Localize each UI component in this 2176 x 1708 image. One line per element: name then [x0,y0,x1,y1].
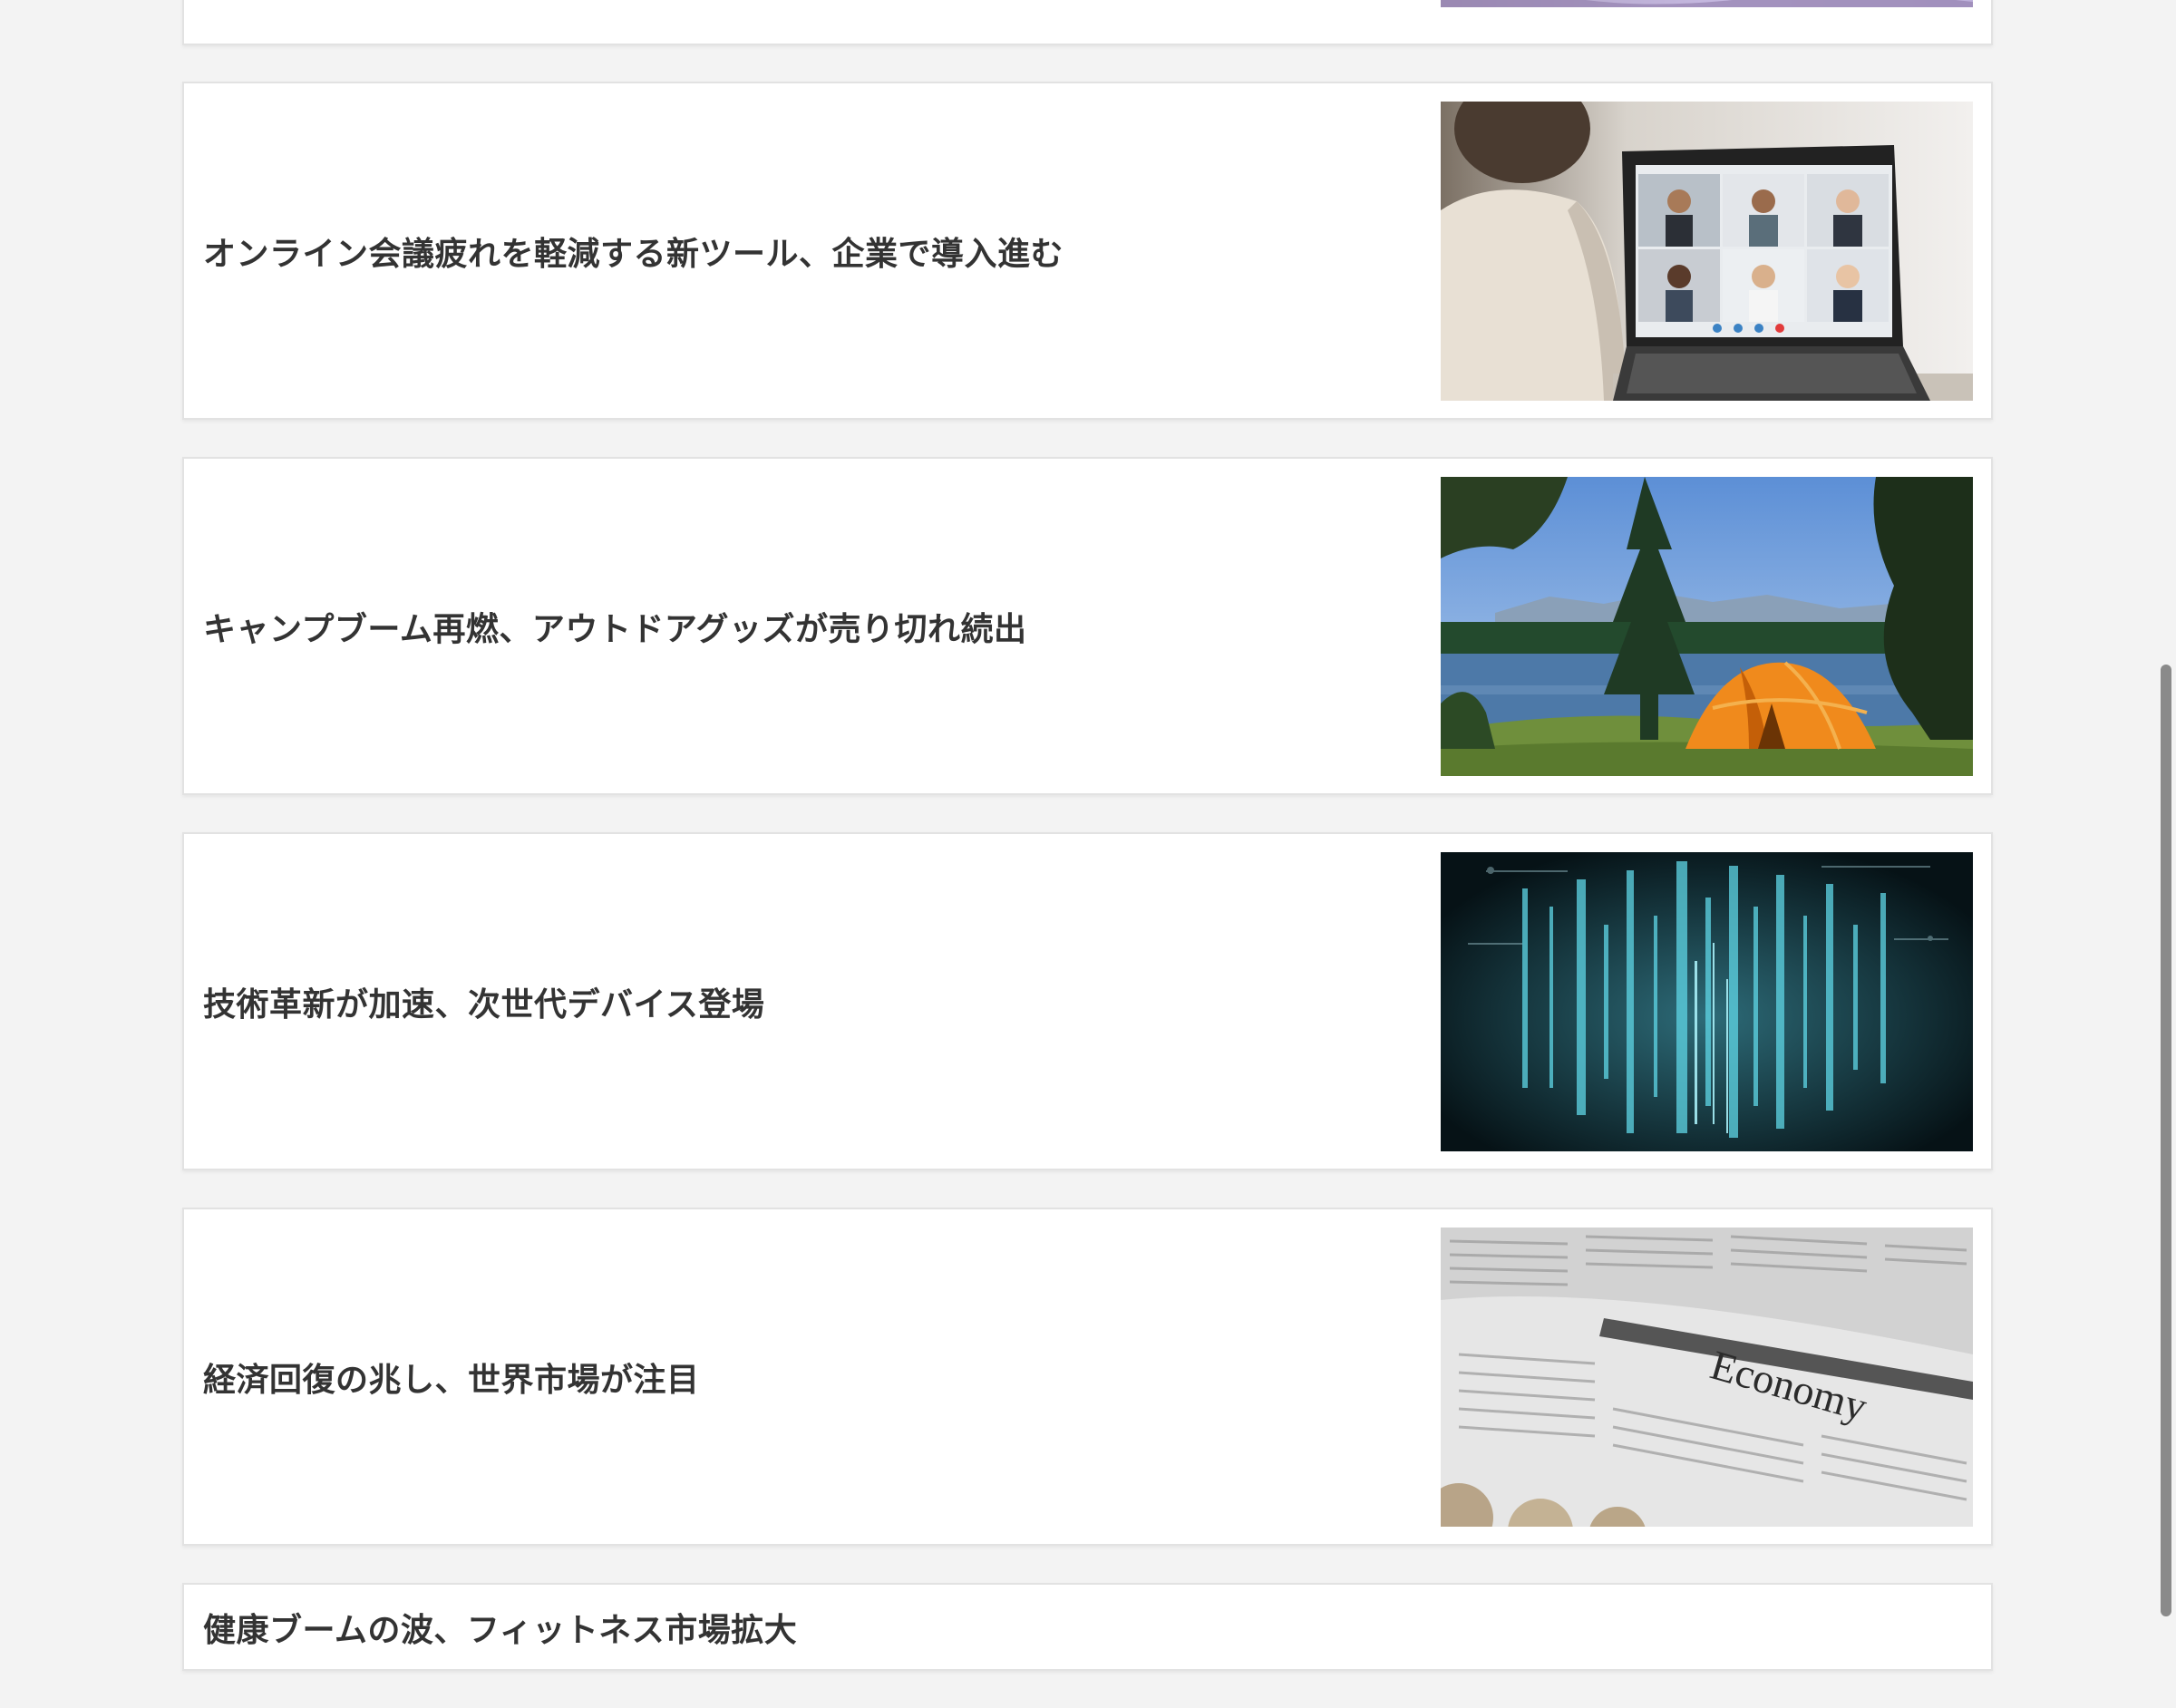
news-feed: オンライン会議疲れを軽減する新ツール、企業で導入進む キャンプブーム再燃、アウト… [0,0,2176,1708]
scrollbar-thumb[interactable] [2161,665,2171,1616]
news-title[interactable]: 健康ブームの波、フィットネス市場拡大 [203,1604,797,1651]
news-title[interactable]: キャンプブーム再燃、アウトドアグッズが売り切れ続出 [203,603,1027,650]
news-thumbnail[interactable] [1441,852,1973,1151]
news-thumbnail[interactable]: Economy [1441,1228,1973,1527]
news-card[interactable]: キャンプブーム再燃、アウトドアグッズが売り切れ続出 [182,457,1993,795]
news-thumbnail[interactable] [1441,477,1973,776]
news-thumbnail[interactable] [1441,0,1973,7]
news-title[interactable]: オンライン会議疲れを軽減する新ツール、企業で導入進む [203,228,1064,275]
news-card[interactable] [182,0,1993,45]
news-thumbnail[interactable] [1441,102,1973,401]
news-card[interactable]: 経済回復の兆し、世界市場が注目 Economy [182,1208,1993,1546]
news-title[interactable]: 技術革新が加速、次世代デバイス登場 [203,978,764,1025]
scrollbar[interactable] [2156,0,2176,1708]
news-title[interactable]: 経済回復の兆し、世界市場が注目 [203,1354,700,1401]
news-card[interactable]: 健康ブームの波、フィットネス市場拡大 [182,1583,1993,1671]
news-card[interactable]: 技術革新が加速、次世代デバイス登場 [182,832,1993,1170]
news-card[interactable]: オンライン会議疲れを軽減する新ツール、企業で導入進む [182,82,1993,420]
